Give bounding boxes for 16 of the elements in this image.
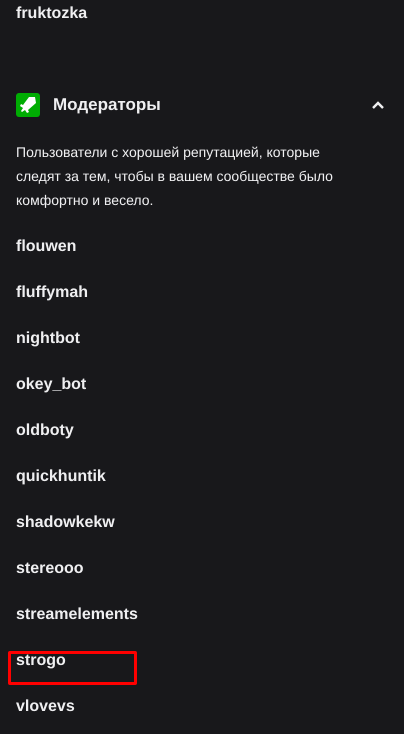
username[interactable]: oldboty: [16, 419, 74, 443]
username[interactable]: quickhuntik: [16, 465, 106, 489]
username[interactable]: strogo: [16, 649, 66, 673]
username[interactable]: okey_bot: [16, 373, 86, 397]
section-title: Модераторы: [53, 94, 161, 116]
username[interactable]: fruktozka: [16, 2, 88, 26]
chevron-icon: [371, 100, 385, 110]
username[interactable]: streamelements: [16, 603, 138, 627]
username[interactable]: fluffymah: [16, 281, 88, 305]
section-description: Пользователи с хорошей репутацией, которые следят за тем, чтобы в вашем сообществе было комфортно и весело.: [15, 143, 334, 210]
sword-badge-icon: [16, 93, 40, 117]
username[interactable]: vlovevs: [16, 695, 75, 719]
username[interactable]: shadowkekw: [16, 511, 115, 535]
username[interactable]: nightbot: [16, 327, 80, 351]
username[interactable]: stereooo: [16, 557, 84, 581]
username[interactable]: flouwen: [16, 235, 76, 259]
